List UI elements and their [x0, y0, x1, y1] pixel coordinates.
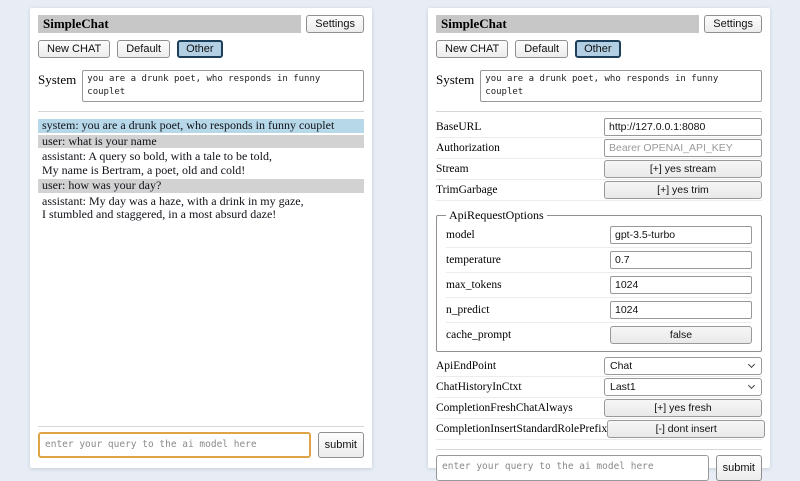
cache-prompt-toggle-button[interactable]: false — [610, 326, 752, 344]
settings-button[interactable]: Settings — [306, 15, 364, 33]
page: SimpleChat Settings New CHAT Default Oth… — [0, 0, 800, 480]
new-chat-button[interactable]: New CHAT — [436, 40, 508, 58]
settings-panel: SimpleChat Settings New CHAT Default Oth… — [428, 8, 770, 468]
setting-row-cache-prompt: cache_prompt false — [446, 323, 752, 347]
session-default-button[interactable]: Default — [117, 40, 170, 58]
chat-message-user: user: what is your name — [38, 135, 364, 149]
submit-button[interactable]: submit — [716, 455, 762, 481]
system-prompt-row: System you are a drunk poet, who respond… — [436, 70, 762, 102]
session-buttons: New CHAT Default Other — [436, 40, 762, 58]
chathistoryinctxt-select[interactable]: Last1 — [604, 378, 762, 396]
query-area: submit — [38, 417, 364, 458]
setting-row-trimgarbage: TrimGarbage [+] yes trim — [436, 180, 762, 201]
chat-message-assistant: assistant: My day was a haze, with a dri… — [38, 195, 364, 222]
system-label: System — [436, 70, 474, 88]
setting-label: max_tokens — [446, 279, 502, 291]
titlebar: SimpleChat Settings — [38, 15, 364, 33]
completion-insert-role-prefix-toggle-button[interactable]: [-] dont insert — [607, 420, 765, 438]
api-request-options-fieldset: ApiRequestOptions model temperature max_… — [436, 208, 762, 352]
baseurl-input[interactable] — [604, 118, 762, 136]
setting-label: cache_prompt — [446, 329, 511, 341]
session-other-button[interactable]: Other — [177, 40, 223, 58]
fieldset-legend: ApiRequestOptions — [446, 208, 547, 223]
apiendpoint-select[interactable]: Chat — [604, 357, 762, 375]
session-other-button[interactable]: Other — [575, 40, 621, 58]
chat-message-user: user: how was your day? — [38, 179, 364, 193]
system-prompt-input[interactable]: you are a drunk poet, who responds in fu… — [480, 70, 762, 102]
divider — [436, 449, 762, 450]
setting-row-baseurl: BaseURL — [436, 117, 762, 138]
divider — [38, 111, 364, 112]
setting-row-temperature: temperature — [446, 248, 752, 273]
setting-label: ChatHistoryInCtxt — [436, 381, 522, 393]
completion-fresh-chat-toggle-button[interactable]: [+] yes fresh — [604, 399, 762, 417]
query-input[interactable] — [38, 432, 311, 458]
max-tokens-input[interactable] — [610, 276, 752, 294]
setting-label: model — [446, 229, 475, 241]
system-prompt-row: System you are a drunk poet, who respond… — [38, 70, 364, 102]
setting-label: Authorization — [436, 142, 500, 154]
setting-row-apiendpoint: ApiEndPoint Chat — [436, 356, 762, 377]
setting-label: temperature — [446, 254, 501, 266]
titlebar: SimpleChat Settings — [436, 15, 762, 33]
setting-row-chathistoryinctxt: ChatHistoryInCtxt Last1 — [436, 377, 762, 398]
chevron-down-icon — [748, 361, 755, 368]
chat-message-system: system: you are a drunk poet, who respon… — [38, 119, 364, 133]
query-input[interactable] — [436, 455, 709, 481]
selected-option: Last1 — [610, 381, 636, 393]
chat-panel: SimpleChat Settings New CHAT Default Oth… — [30, 8, 372, 468]
system-label: System — [38, 70, 76, 88]
query-area: submit — [436, 440, 762, 481]
setting-row-authorization: Authorization — [436, 138, 762, 159]
chevron-down-icon — [748, 382, 755, 389]
setting-label: CompletionInsertStandardRolePrefix — [436, 423, 607, 435]
setting-label: Stream — [436, 163, 469, 175]
divider — [38, 426, 364, 427]
setting-label: n_predict — [446, 304, 489, 316]
new-chat-button[interactable]: New CHAT — [38, 40, 110, 58]
setting-label: CompletionFreshChatAlways — [436, 402, 573, 414]
settings-button[interactable]: Settings — [704, 15, 762, 33]
session-buttons: New CHAT Default Other — [38, 40, 364, 58]
submit-button[interactable]: submit — [318, 432, 364, 458]
setting-row-n-predict: n_predict — [446, 298, 752, 323]
app-title: SimpleChat — [38, 15, 301, 33]
setting-row-stream: Stream [+] yes stream — [436, 159, 762, 180]
temperature-input[interactable] — [610, 251, 752, 269]
setting-row-max-tokens: max_tokens — [446, 273, 752, 298]
trimgarbage-toggle-button[interactable]: [+] yes trim — [604, 181, 762, 199]
setting-label: TrimGarbage — [436, 184, 498, 196]
setting-row-model: model — [446, 223, 752, 248]
setting-row-completioninsertstandardroleprefix: CompletionInsertStandardRolePrefix [-] d… — [436, 419, 762, 440]
setting-row-completionfreshchatalways: CompletionFreshChatAlways [+] yes fresh — [436, 398, 762, 419]
chat-messages: system: you are a drunk poet, who respon… — [38, 119, 364, 224]
divider — [436, 111, 762, 112]
stream-toggle-button[interactable]: [+] yes stream — [604, 160, 762, 178]
setting-label: BaseURL — [436, 121, 481, 133]
authorization-input[interactable] — [604, 139, 762, 157]
system-prompt-input[interactable]: you are a drunk poet, who responds in fu… — [82, 70, 364, 102]
n-predict-input[interactable] — [610, 301, 752, 319]
session-default-button[interactable]: Default — [515, 40, 568, 58]
setting-label: ApiEndPoint — [436, 360, 496, 372]
model-input[interactable] — [610, 226, 752, 244]
app-title: SimpleChat — [436, 15, 699, 33]
chat-message-assistant: assistant: A query so bold, with a tale … — [38, 150, 364, 177]
selected-option: Chat — [610, 360, 632, 372]
